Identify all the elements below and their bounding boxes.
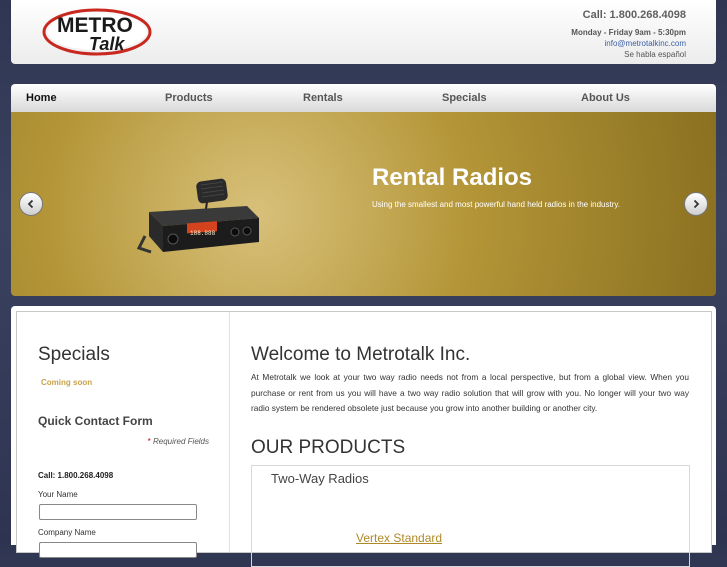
sidebar: Specials Coming soon Quick Contact Form … xyxy=(17,312,230,558)
chevron-right-icon xyxy=(693,199,700,209)
nav-item-home[interactable]: Home xyxy=(26,84,57,112)
specials-heading: Specials xyxy=(38,344,110,365)
nav-item-about-us[interactable]: About Us xyxy=(581,84,630,112)
banner-subtitle: Using the smallest and most powerful han… xyxy=(372,200,620,209)
required-fields-note: * Required Fields xyxy=(148,437,209,446)
nav-item-specials[interactable]: Specials xyxy=(442,84,487,112)
chevron-left-icon xyxy=(27,199,34,209)
header-contact: Call: 1.800.268.4098 Monday - Friday 9am… xyxy=(571,10,686,60)
product-category-heading: Two-Way Radios xyxy=(271,471,369,486)
your-name-label: Your Name xyxy=(38,490,78,499)
coming-soon-text: Coming soon xyxy=(41,378,93,387)
sidebar-phone: Call: 1.800.268.4098 xyxy=(38,471,114,480)
banner-prev-button[interactable] xyxy=(19,192,43,216)
header-phone: Call: 1.800.268.4098 xyxy=(582,9,686,21)
content-area: Specials Coming soon Quick Contact Form … xyxy=(11,306,716,567)
radio-display-text: 188.888 xyxy=(190,230,216,237)
main-nav: Home Products Rentals Specials About Us xyxy=(11,84,716,112)
your-name-input[interactable] xyxy=(39,504,197,520)
header-hours: Monday - Friday 9am - 5:30pm xyxy=(571,28,686,37)
nav-item-products[interactable]: Products xyxy=(165,84,213,112)
product-link-vertex-standard[interactable]: Vertex Standard xyxy=(356,531,442,545)
intro-paragraph: At Metrotalk we look at your two way rad… xyxy=(251,372,689,413)
banner-next-button[interactable] xyxy=(684,192,708,216)
quick-contact-heading: Quick Contact Form xyxy=(38,414,153,428)
required-star: * xyxy=(147,437,151,446)
mobile-radio-image: 188.888 xyxy=(136,178,259,254)
company-name-input[interactable] xyxy=(39,542,197,558)
content-panel: Specials Coming soon Quick Contact Form … xyxy=(16,311,712,567)
site-header: METRO Talk Call: 1.800.268.4098 Monday -… xyxy=(11,0,716,64)
header-espanol: Se habla español xyxy=(624,50,686,59)
company-name-label: Company Name xyxy=(38,528,96,537)
welcome-heading: Welcome to Metrotalk Inc. xyxy=(251,344,471,365)
required-fields-text: Required Fields xyxy=(152,437,209,446)
product-category-box: Two-Way Radios Vertex Standard xyxy=(251,465,690,567)
logo-text-talk: Talk xyxy=(89,34,125,54)
banner-title: Rental Radios xyxy=(372,164,533,191)
header-email-link[interactable]: info@metrotalkinc.com xyxy=(571,38,686,49)
nav-item-rentals[interactable]: Rentals xyxy=(303,84,343,112)
hero-banner: 188.888 Rental Radios Using the smallest… xyxy=(11,112,716,296)
products-heading: OUR PRODUCTS xyxy=(251,437,406,458)
metrotalk-logo[interactable]: METRO Talk xyxy=(41,6,153,58)
